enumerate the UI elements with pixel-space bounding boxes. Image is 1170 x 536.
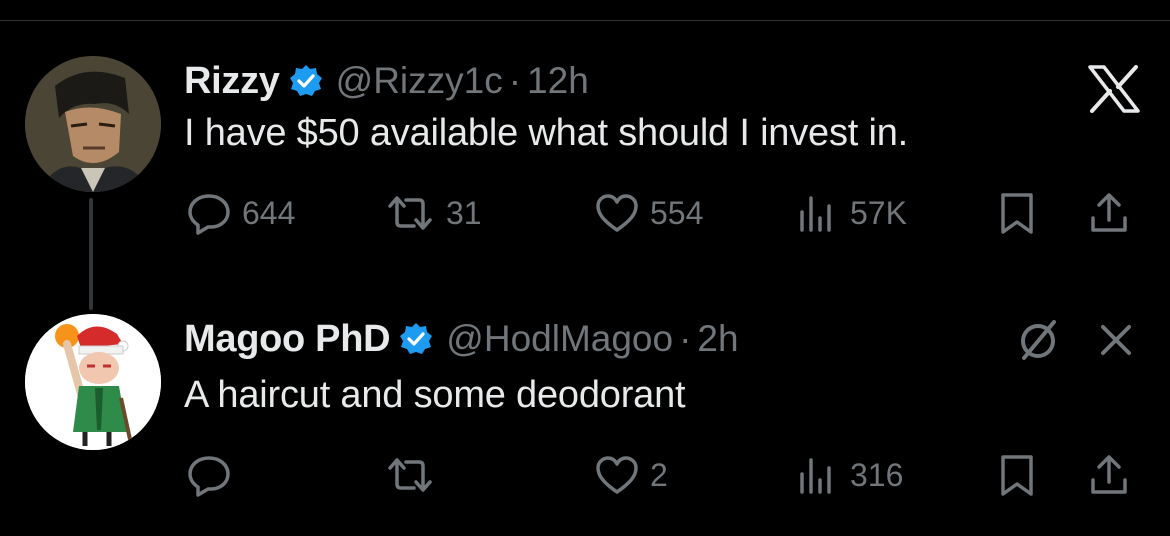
timestamp[interactable]: 12h xyxy=(527,60,589,102)
tweet-text: A haircut and some deodorant xyxy=(184,374,686,416)
separator-dot: · xyxy=(508,60,522,101)
verified-badge-icon xyxy=(400,323,433,354)
verified-badge-icon xyxy=(289,65,322,96)
top-divider xyxy=(0,20,1170,21)
share-button[interactable] xyxy=(1086,190,1132,236)
bookmark-button[interactable] xyxy=(994,452,1040,498)
reply-icon xyxy=(188,456,230,497)
repost-button[interactable]: 31 xyxy=(384,190,482,236)
bookmark-icon xyxy=(1001,455,1033,496)
reply-count: 644 xyxy=(242,194,296,231)
action-bar: 2 316 xyxy=(0,452,1170,502)
repost-button[interactable] xyxy=(384,452,446,498)
repost-count: 31 xyxy=(446,194,482,231)
repost-icon xyxy=(388,196,432,230)
share-button[interactable] xyxy=(1086,452,1132,498)
repost-icon xyxy=(388,458,432,492)
separator-dot: · xyxy=(679,318,692,359)
share-icon xyxy=(1091,193,1127,232)
share-icon xyxy=(1091,455,1127,494)
tweet-header: Rizzy @Rizzy1c · 12h xyxy=(184,58,589,104)
like-button[interactable]: 2 xyxy=(594,452,668,498)
display-name[interactable]: Magoo PhD xyxy=(184,318,391,361)
slash-circle-icon[interactable] xyxy=(1012,318,1064,362)
heart-icon xyxy=(596,456,638,494)
tweet-text: I have $50 available what should I inves… xyxy=(184,112,909,154)
reply-button[interactable] xyxy=(186,452,242,498)
avatar[interactable] xyxy=(25,314,161,450)
like-count: 554 xyxy=(650,194,704,231)
action-bar: 644 31 554 57K xyxy=(0,190,1170,240)
views-icon xyxy=(800,196,831,232)
avatar-illustration xyxy=(25,56,161,192)
views-button[interactable]: 57K xyxy=(794,190,907,236)
like-button[interactable]: 554 xyxy=(594,190,703,236)
avatar[interactable] xyxy=(25,56,161,192)
bookmark-icon xyxy=(1001,193,1033,234)
x-logo-icon[interactable] xyxy=(1086,65,1142,113)
timestamp[interactable]: 2h xyxy=(697,318,738,360)
bookmark-button[interactable] xyxy=(994,190,1040,236)
views-icon xyxy=(800,458,831,494)
tweet-header: Magoo PhD @HodlMagoo · 2h xyxy=(184,316,739,362)
views-button[interactable]: 316 xyxy=(794,452,903,498)
user-handle[interactable]: @Rizzy1c xyxy=(336,60,503,102)
views-count: 316 xyxy=(850,456,904,493)
display-name[interactable]: Rizzy xyxy=(184,60,280,103)
reply-button[interactable]: 644 xyxy=(186,190,295,236)
heart-icon xyxy=(596,194,638,232)
views-count: 57K xyxy=(850,194,907,231)
avatar-illustration xyxy=(25,314,161,450)
user-handle[interactable]: @HodlMagoo xyxy=(446,318,673,360)
reply-icon xyxy=(188,194,230,235)
close-icon[interactable] xyxy=(1094,318,1138,362)
like-count: 2 xyxy=(650,456,668,493)
